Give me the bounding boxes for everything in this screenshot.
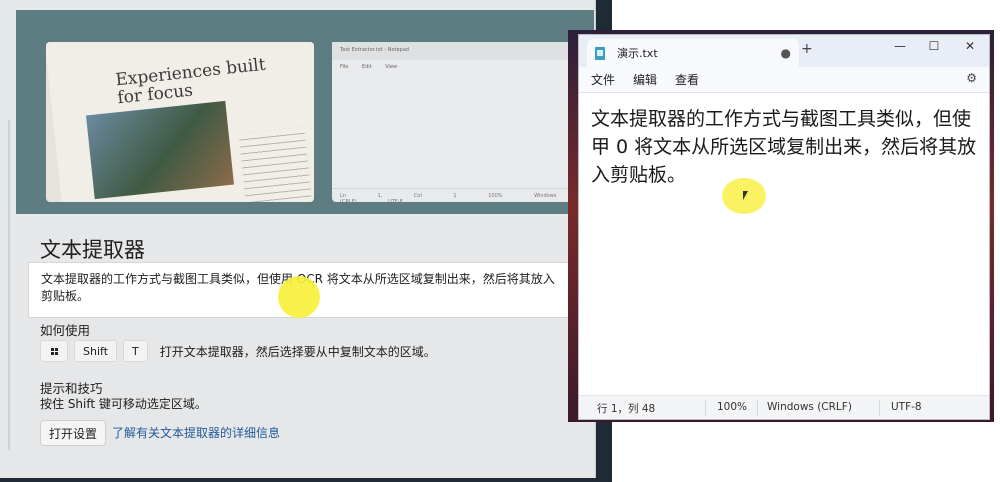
close-button[interactable]: ✕ bbox=[955, 39, 985, 53]
menu-file[interactable]: 文件 bbox=[591, 71, 615, 88]
menu-edit[interactable]: 编辑 bbox=[633, 71, 657, 88]
shortcut-description: 打开文本提取器，然后选择要从中复制文本的区域。 bbox=[159, 344, 436, 359]
scrollbar[interactable] bbox=[8, 120, 10, 450]
open-settings-button[interactable]: 打开设置 bbox=[40, 420, 107, 446]
notepad-menubar: 文件 编辑 查看 bbox=[579, 67, 989, 93]
shift-key: Shift bbox=[74, 340, 118, 362]
mouse-pointer-icon bbox=[743, 191, 748, 200]
new-tab-button[interactable]: + bbox=[801, 41, 813, 57]
t-key: T bbox=[123, 340, 148, 362]
hero-text-lines bbox=[238, 126, 312, 202]
gear-icon[interactable]: ⚙ bbox=[966, 71, 977, 85]
notepad-app-icon bbox=[595, 46, 605, 60]
windows-logo-icon bbox=[50, 347, 58, 355]
zoom-level[interactable]: 100% bbox=[717, 401, 747, 413]
windows-key bbox=[40, 340, 68, 362]
maximize-button[interactable]: ☐ bbox=[919, 39, 949, 53]
screen: Experiences built for focus Text Extract… bbox=[0, 0, 1000, 482]
encoding[interactable]: UTF-8 bbox=[891, 401, 922, 413]
hero-notepad-status: Ln 1, Col 1 100% Windows (CRLF) UTF-8 bbox=[332, 188, 588, 205]
notepad-titlebar[interactable]: 演示.txt ● + — ☐ ✕ bbox=[579, 35, 989, 67]
hero-photo bbox=[85, 100, 235, 200]
hero-magazine-card: Experiences built for focus bbox=[46, 42, 314, 202]
learn-more-link[interactable]: 了解有关文本提取器的详细信息 bbox=[112, 424, 280, 441]
notepad-statusbar: 行 1，列 48 100% Windows (CRLF) UTF-8 bbox=[579, 395, 989, 419]
notepad-window: 演示.txt ● + — ☐ ✕ 文件 编辑 查看 ⚙ 文本提取器的工作方式与截… bbox=[578, 34, 990, 420]
tip-text: 按住 Shift 键可移动选定区域。 bbox=[40, 397, 207, 411]
text-extractor-settings-page: Experiences built for focus Text Extract… bbox=[0, 0, 596, 478]
hero-notepad-title: Text Extractor.txt - Notepad bbox=[332, 42, 588, 60]
hero-notepad-menu: File Edit View bbox=[340, 64, 398, 70]
menu-view[interactable]: 查看 bbox=[675, 71, 699, 88]
unsaved-indicator-icon[interactable]: ● bbox=[781, 46, 791, 60]
shortcut-keys: Shift T 打开文本提取器，然后选择要从中复制文本的区域。 bbox=[40, 340, 436, 362]
page-title: 文本提取器 bbox=[40, 238, 145, 262]
notepad-tab[interactable]: 演示.txt ● bbox=[587, 39, 799, 67]
tab-title: 演示.txt bbox=[617, 47, 658, 60]
howto-heading: 如何使用 bbox=[40, 323, 91, 338]
minimize-button[interactable]: — bbox=[885, 39, 915, 53]
hero-image: Experiences built for focus Text Extract… bbox=[16, 10, 594, 214]
hero-notepad-card: Text Extractor.txt - Notepad File Edit V… bbox=[332, 42, 588, 205]
notepad-text-area[interactable]: 文本提取器的工作方式与截图工具类似，但使甲 0 将文本从所选区域复制出来，然后将… bbox=[591, 105, 987, 189]
cursor-position: 行 1，列 48 bbox=[597, 403, 656, 415]
line-ending[interactable]: Windows (CRLF) bbox=[767, 401, 852, 413]
cursor-highlight bbox=[278, 276, 320, 318]
